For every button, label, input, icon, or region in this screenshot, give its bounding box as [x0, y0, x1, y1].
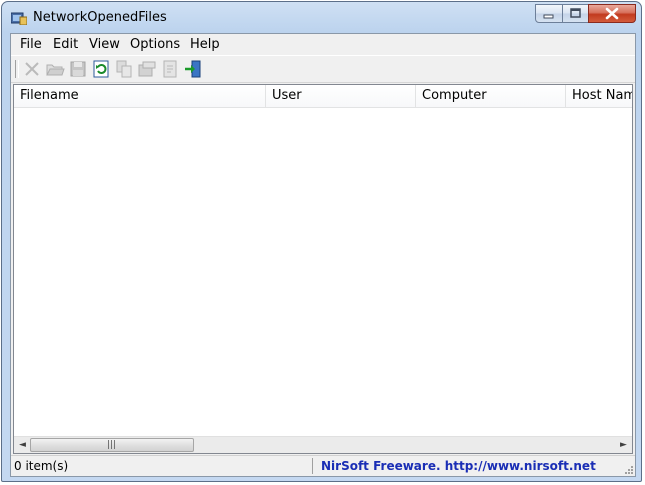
menu-file[interactable]: File [20, 37, 42, 52]
scroll-thumb[interactable]: ||| [30, 438, 194, 452]
menu-edit[interactable]: Edit [53, 37, 78, 52]
close-icon [605, 7, 619, 20]
column-computer[interactable]: Computer [416, 85, 566, 107]
column-filename[interactable]: Filename [14, 85, 266, 107]
menu-options[interactable]: Options [130, 37, 180, 52]
client-area: File Edit View Options Help Filename Use… [10, 33, 636, 477]
size-grip-icon[interactable] [623, 464, 634, 475]
column-user[interactable]: User [266, 85, 416, 107]
files-list[interactable]: Filename User Computer Host Name ◄ ||| ► [13, 84, 633, 454]
restore-button[interactable] [562, 4, 589, 23]
minimize-icon [543, 14, 554, 19]
app-window: NetworkOpenedFiles File Edit View Option… [1, 1, 642, 482]
open-folder-icon[interactable] [45, 59, 65, 79]
toolbar-grip [15, 60, 19, 78]
menu-view[interactable]: View [89, 37, 120, 52]
status-divider [312, 458, 313, 474]
html-report-icon[interactable] [137, 59, 157, 79]
title-bar[interactable]: NetworkOpenedFiles [2, 2, 641, 32]
horizontal-scrollbar[interactable]: ◄ ||| ► [14, 436, 632, 453]
item-count: 0 item(s) [14, 459, 69, 473]
scroll-right-icon[interactable]: ► [620, 440, 627, 450]
column-host-name[interactable]: Host Name [566, 85, 632, 107]
restore-icon [570, 8, 581, 18]
list-header: Filename User Computer Host Name [14, 85, 632, 108]
properties-icon[interactable] [160, 59, 180, 79]
status-bar: 0 item(s) NirSoft Freeware. http://www.n… [11, 455, 635, 476]
thumb-grip-icon: ||| [107, 440, 117, 450]
delete-icon[interactable] [22, 59, 42, 79]
scroll-left-icon[interactable]: ◄ [19, 440, 26, 450]
app-icon [11, 12, 27, 25]
copy-icon[interactable] [114, 59, 134, 79]
exit-icon[interactable] [183, 59, 203, 79]
refresh-icon[interactable] [91, 59, 111, 79]
window-title: NetworkOpenedFiles [33, 10, 167, 25]
menu-bar: File Edit View Options Help [11, 34, 635, 54]
menu-help[interactable]: Help [190, 37, 220, 52]
nirsoft-link[interactable]: NirSoft Freeware. http://www.nirsoft.net [321, 459, 596, 473]
minimize-button[interactable] [535, 4, 563, 23]
save-icon[interactable] [68, 59, 88, 79]
toolbar [11, 55, 635, 83]
close-button[interactable] [588, 4, 636, 23]
